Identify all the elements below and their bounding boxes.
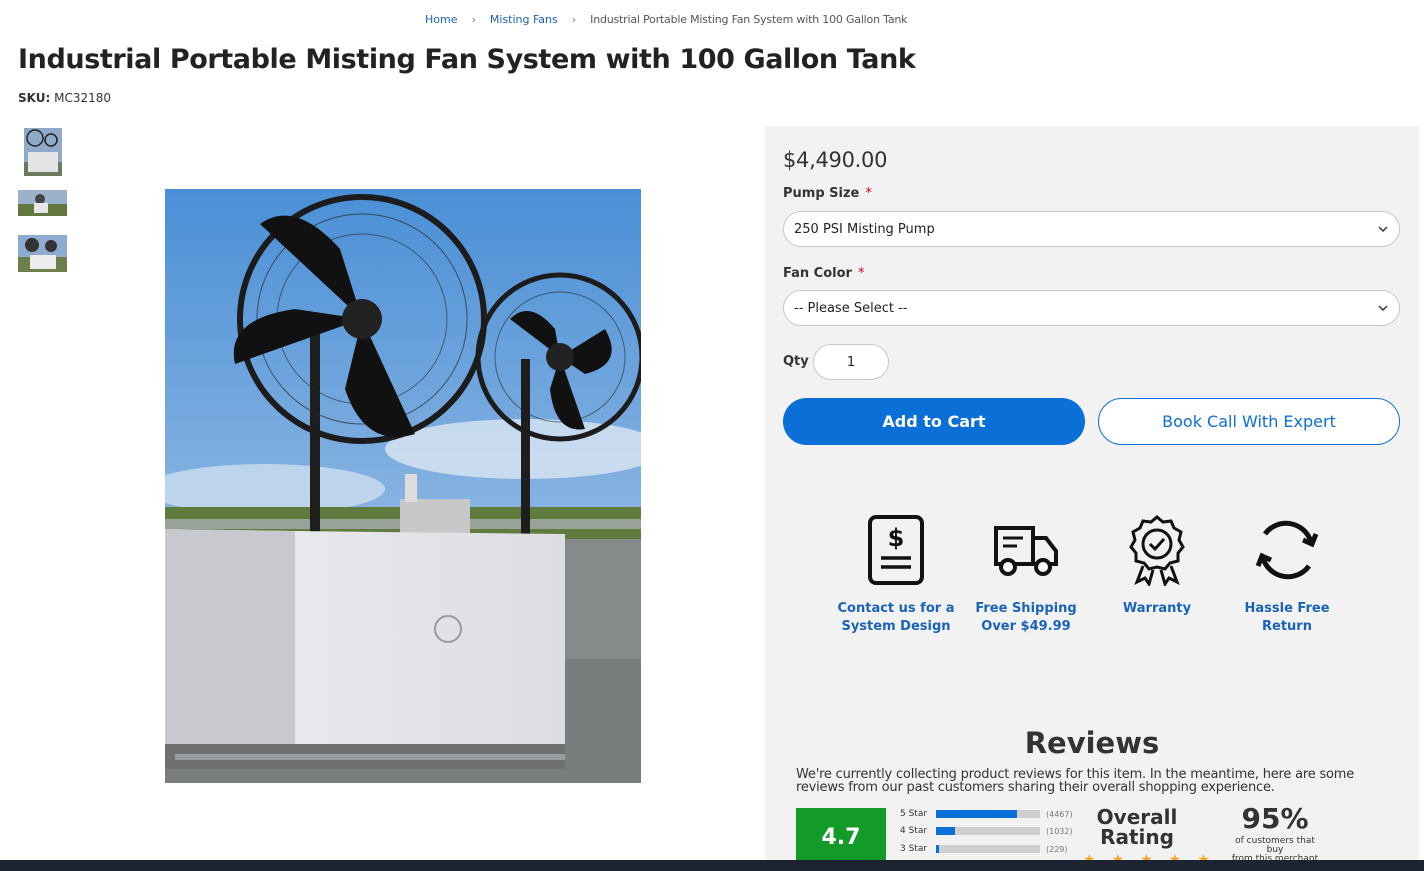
- fan-color-select[interactable]: -- Please Select --: [783, 290, 1400, 326]
- rating-bar-label: 5 Star: [900, 809, 928, 819]
- overall-rating-label: Overall Rating: [1087, 807, 1187, 847]
- fan-color-label: Fan Color *: [783, 266, 864, 281]
- sku: SKU: MC32180: [18, 91, 111, 105]
- required-marker: *: [857, 266, 865, 281]
- overall-rating-line2: Rating: [1100, 825, 1174, 849]
- rating-bar-row: 3 Star (229): [900, 843, 1068, 855]
- rating-bar-count: (1032): [1046, 826, 1073, 836]
- add-to-cart-button[interactable]: Add to Cart: [783, 398, 1085, 445]
- rating-bar-label: 4 Star: [900, 826, 928, 836]
- feature-system-design[interactable]: $ Contact us for a System Design: [831, 514, 961, 636]
- feature-warranty-line1: Warranty: [1122, 601, 1192, 616]
- sku-label: SKU:: [18, 91, 51, 105]
- product-thumbnail-2[interactable]: [18, 190, 67, 216]
- feature-free-shipping[interactable]: Free Shipping Over $49.99: [961, 514, 1091, 636]
- refresh-arrows-icon: [1255, 520, 1319, 580]
- svg-text:$: $: [888, 524, 905, 552]
- qty-label: Qty: [783, 354, 809, 369]
- customer-percent: 95%: [1241, 802, 1309, 835]
- rating-bar-count: (229): [1046, 844, 1068, 854]
- reviews-description: We're currently collecting product revie…: [796, 767, 1355, 795]
- breadcrumb: Home › Misting Fans › Industrial Portabl…: [425, 13, 908, 26]
- breadcrumb-category-link[interactable]: Misting Fans: [490, 13, 558, 26]
- os-taskbar: [0, 860, 1424, 871]
- rating-bar-fill: [936, 845, 940, 853]
- product-price: $4,490.00: [783, 148, 888, 172]
- purchase-panel: $4,490.00 Pump Size * 250 PSI Misting Pum…: [765, 126, 1419, 871]
- product-thumbnail-3[interactable]: [18, 235, 67, 272]
- sku-value: MC32180: [54, 91, 112, 105]
- feature-hassle-free-return-line1: Hassle Free: [1244, 601, 1330, 616]
- chevron-down-icon: [1378, 226, 1388, 233]
- breadcrumb-chevron-icon: ›: [471, 13, 476, 26]
- feature-free-shipping-line1: Free Shipping: [975, 601, 1077, 616]
- rating-bar-count: (4467): [1046, 809, 1073, 819]
- rating-bar-fill: [936, 810, 1018, 818]
- feature-warranty[interactable]: Warranty: [1092, 514, 1222, 618]
- fan-color-label-text: Fan Color: [783, 266, 852, 281]
- rating-bar-fill: [936, 827, 955, 835]
- reviews-title: Reviews: [1024, 726, 1160, 760]
- feature-hassle-free-return-line2: Return: [1262, 619, 1312, 634]
- breadcrumb-home-link[interactable]: Home: [425, 13, 457, 26]
- page-title: Industrial Portable Misting Fan System w…: [18, 44, 916, 75]
- feature-hassle-free-return[interactable]: Hassle Free Return: [1222, 514, 1352, 636]
- qty-input[interactable]: [813, 344, 889, 380]
- feature-system-design-line2: System Design: [841, 619, 951, 634]
- breadcrumb-chevron-icon: ›: [571, 13, 577, 26]
- rating-bar-label: 3 Star: [900, 844, 928, 854]
- rating-bar-row: 5 Star (4467): [900, 808, 1073, 820]
- overall-rating-line1: Overall: [1096, 805, 1178, 829]
- pump-size-label-text: Pump Size: [783, 186, 860, 201]
- invoice-dollar-icon: $: [868, 515, 924, 585]
- product-thumbnail-1[interactable]: [24, 128, 62, 176]
- breadcrumb-current: Industrial Portable Misting Fan System w…: [590, 13, 908, 26]
- pump-size-label: Pump Size *: [783, 186, 872, 201]
- fan-color-value: -- Please Select --: [794, 300, 908, 316]
- chevron-down-icon: [1378, 305, 1388, 312]
- feature-system-design-line1: Contact us for a: [837, 601, 955, 616]
- award-badge-icon: [1129, 515, 1185, 586]
- book-call-button[interactable]: Book Call With Expert: [1098, 398, 1400, 445]
- rating-bar-track: [936, 810, 1040, 818]
- delivery-truck-icon: [994, 526, 1058, 576]
- feature-free-shipping-line2: Over $49.99: [981, 619, 1071, 634]
- rating-bar-row: 4 Star (1032): [900, 825, 1073, 837]
- product-main-image[interactable]: [165, 189, 641, 783]
- pump-size-select[interactable]: 250 PSI Misting Pump: [783, 211, 1400, 247]
- rating-bar-track: [936, 845, 1040, 853]
- rating-bar-track: [936, 827, 1040, 835]
- required-marker: *: [865, 186, 872, 201]
- pump-size-value: 250 PSI Misting Pump: [794, 221, 935, 237]
